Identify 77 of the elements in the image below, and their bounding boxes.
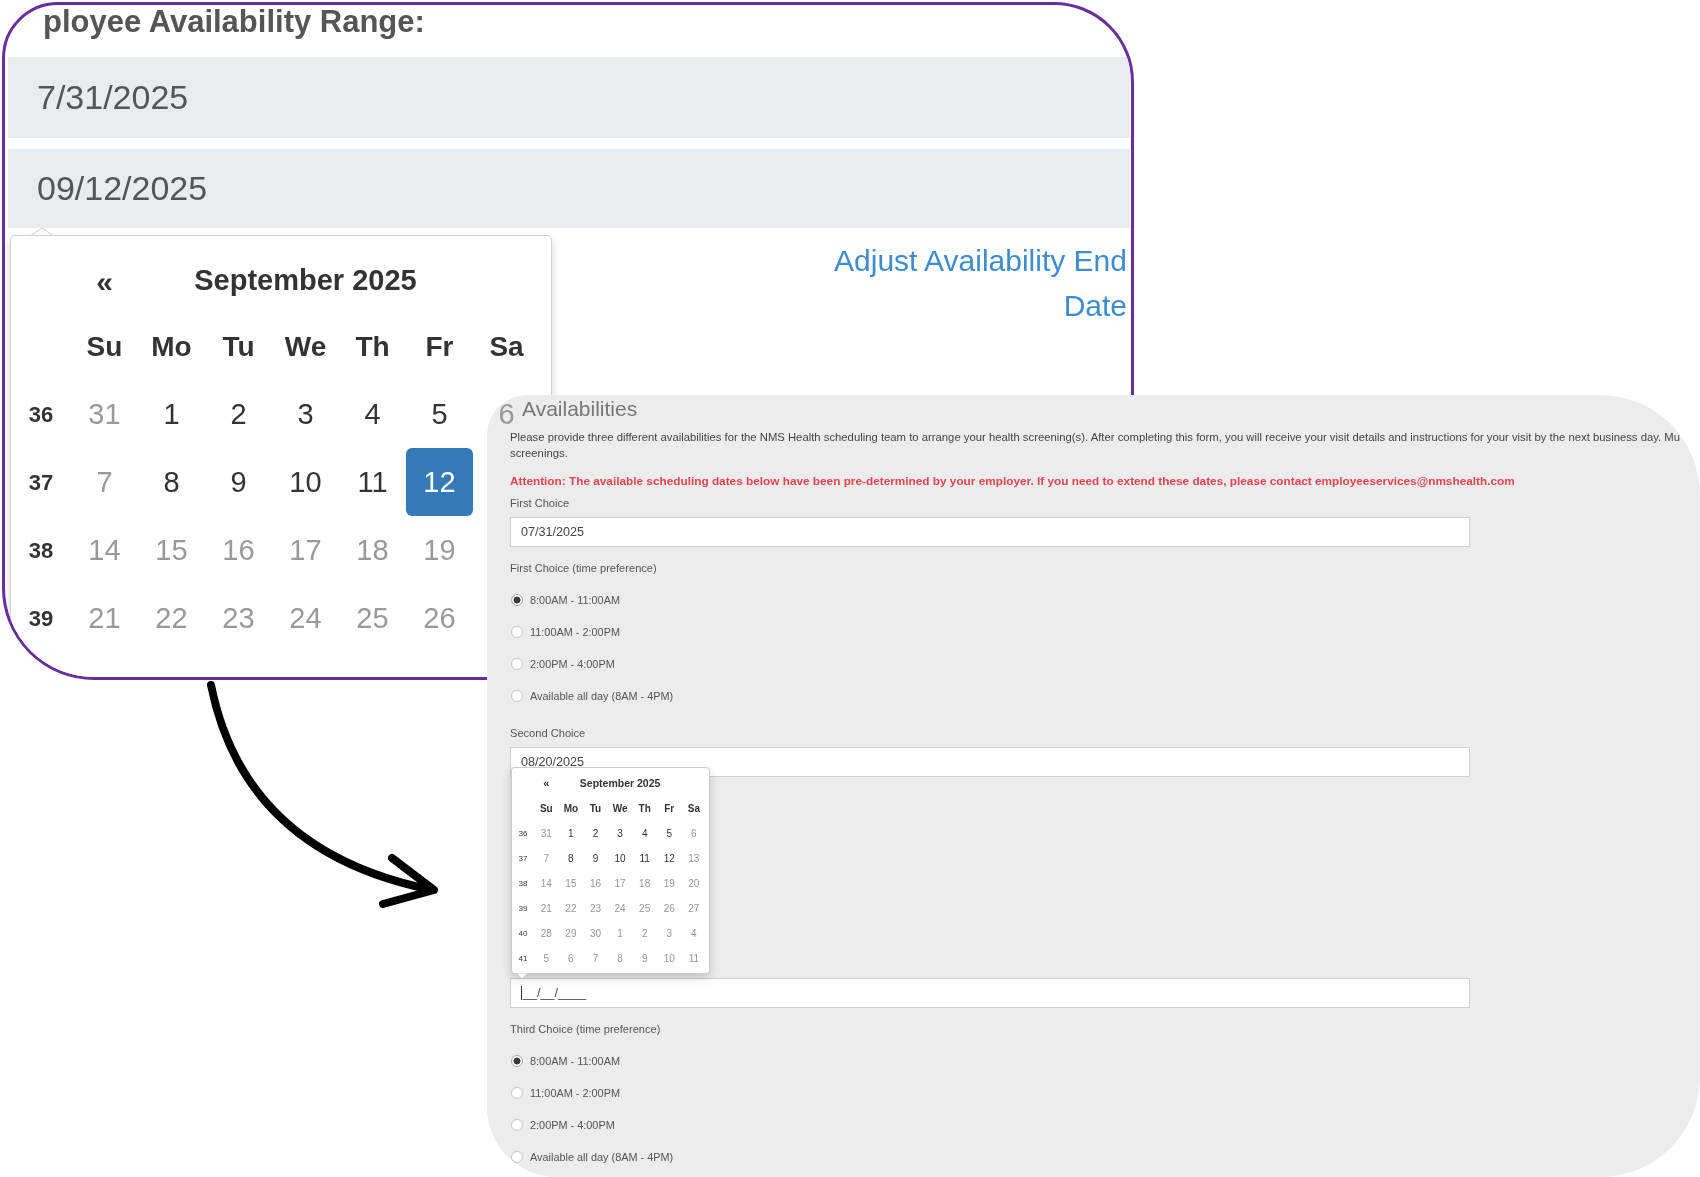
calendar-day[interactable]: 8 bbox=[160, 468, 183, 496]
weekday-label: Th bbox=[637, 802, 652, 816]
radio-button[interactable] bbox=[511, 1055, 523, 1067]
date-field[interactable]: 07/31/2025 bbox=[510, 517, 1470, 547]
calendar-day[interactable]: 9 bbox=[227, 468, 250, 496]
week-number: 40 bbox=[517, 927, 529, 940]
section-heading: ployee Availability Range: bbox=[42, 5, 426, 39]
calendar-day[interactable]: 5 bbox=[428, 400, 451, 428]
week-number: 38 bbox=[27, 536, 55, 565]
week-number: 37 bbox=[27, 468, 55, 497]
weekday-label: Mo bbox=[150, 330, 193, 364]
radio-label: 2:00PM - 4:00PM bbox=[530, 656, 615, 672]
weekday-label: Fr bbox=[663, 802, 676, 816]
weekday-label: Tu bbox=[588, 802, 603, 816]
calendar-day[interactable]: 1 bbox=[558, 821, 584, 846]
radio-label: Available all day (8AM - 4PM) bbox=[530, 688, 674, 704]
calendar-day[interactable]: 2 bbox=[227, 400, 250, 428]
field-label: Second Choice bbox=[510, 726, 587, 741]
radio-label: 11:00AM - 2:00PM bbox=[530, 624, 620, 640]
intro-text: Please provide three different availabilities for the NMS Health scheduling team to arrange your health screening(s). After completing this form, you will receive your visit details and instructions for your visit by the next business day. Mu screenings. bbox=[510, 430, 1681, 461]
radio-button[interactable] bbox=[511, 1151, 523, 1163]
calendar-day[interactable]: 12 bbox=[406, 448, 473, 516]
calendar-day[interactable]: 1 bbox=[160, 400, 183, 428]
calendar-day[interactable]: 3 bbox=[294, 400, 317, 428]
month-title: September 2025 bbox=[578, 775, 662, 791]
radio-button[interactable] bbox=[511, 626, 523, 638]
month-title: September 2025 bbox=[193, 263, 418, 299]
calendar-day[interactable]: 12 bbox=[656, 846, 682, 871]
week-number: 39 bbox=[27, 604, 55, 633]
weekday-label: We bbox=[611, 802, 629, 816]
field-label: Third Choice (time preference) bbox=[510, 1022, 662, 1037]
date-field[interactable]: __/__/____ bbox=[510, 978, 1470, 1008]
week-number: 36 bbox=[27, 400, 55, 429]
radio-label: 8:00AM - 11:00AM bbox=[530, 592, 620, 608]
adjust-end-date-link[interactable]: Adjust Availability End Date bbox=[787, 238, 1127, 328]
calendar-day[interactable]: 8 bbox=[558, 846, 584, 871]
week-number: 36 bbox=[517, 827, 529, 840]
prev-month-button[interactable]: « bbox=[71, 248, 138, 314]
week-number: 37 bbox=[517, 852, 529, 865]
week-number: 39 bbox=[517, 902, 529, 915]
radio-label: 11:00AM - 2:00PM bbox=[530, 1085, 620, 1101]
radio-button[interactable] bbox=[511, 1087, 523, 1099]
calendar-day[interactable]: 5 bbox=[656, 821, 682, 846]
radio-label: 2:00PM - 4:00PM bbox=[530, 1117, 615, 1133]
attention-notice: Attention: The available scheduling dates below have been pre-determined by your employer. If you need to extend these dates, please contact employeeservices@nmshealth.com bbox=[510, 473, 1516, 489]
radio-label: Available all day (8AM - 4PM) bbox=[530, 1149, 674, 1165]
field-label: First Choice (time preference) bbox=[510, 561, 658, 576]
form-title: Availabilities bbox=[522, 397, 639, 421]
calendar-day[interactable]: 10 bbox=[607, 846, 633, 871]
calendar-day[interactable]: 11 bbox=[354, 468, 391, 496]
week-number: 38 bbox=[517, 877, 529, 890]
weekday-label: Sa bbox=[488, 330, 525, 364]
calendar-day[interactable]: 9 bbox=[583, 846, 608, 871]
calendar-day[interactable]: 10 bbox=[286, 468, 325, 496]
weekday-label: Th bbox=[354, 330, 391, 364]
weekday-label: Su bbox=[538, 802, 554, 816]
weekday-label: Tu bbox=[221, 330, 256, 364]
weekday-label: Sa bbox=[686, 802, 701, 816]
date-field[interactable]: 08/20/2025 bbox=[510, 747, 1470, 777]
radio-button[interactable] bbox=[511, 690, 523, 702]
calendar-day[interactable]: 3 bbox=[607, 821, 633, 846]
date-field[interactable]: 7/31/2025 bbox=[8, 57, 1130, 138]
weekday-label: Fr bbox=[424, 330, 455, 364]
calendar-day[interactable]: 4 bbox=[632, 821, 657, 846]
week-number: 41 bbox=[517, 952, 529, 965]
date-field[interactable]: 09/12/2025 bbox=[8, 149, 1130, 228]
weekday-label: Su bbox=[85, 330, 124, 364]
field-label: First Choice bbox=[510, 496, 571, 511]
radio-button[interactable] bbox=[511, 594, 523, 606]
calendar-day[interactable]: 2 bbox=[583, 821, 608, 846]
weekday-label: We bbox=[283, 330, 328, 364]
weekday-label: Mo bbox=[562, 802, 580, 816]
radio-button[interactable] bbox=[511, 1119, 523, 1131]
radio-button[interactable] bbox=[511, 658, 523, 670]
calendar-day[interactable]: 4 bbox=[361, 400, 384, 428]
radio-label: 8:00AM - 11:00AM bbox=[530, 1053, 620, 1069]
calendar-day[interactable]: 11 bbox=[632, 846, 657, 871]
